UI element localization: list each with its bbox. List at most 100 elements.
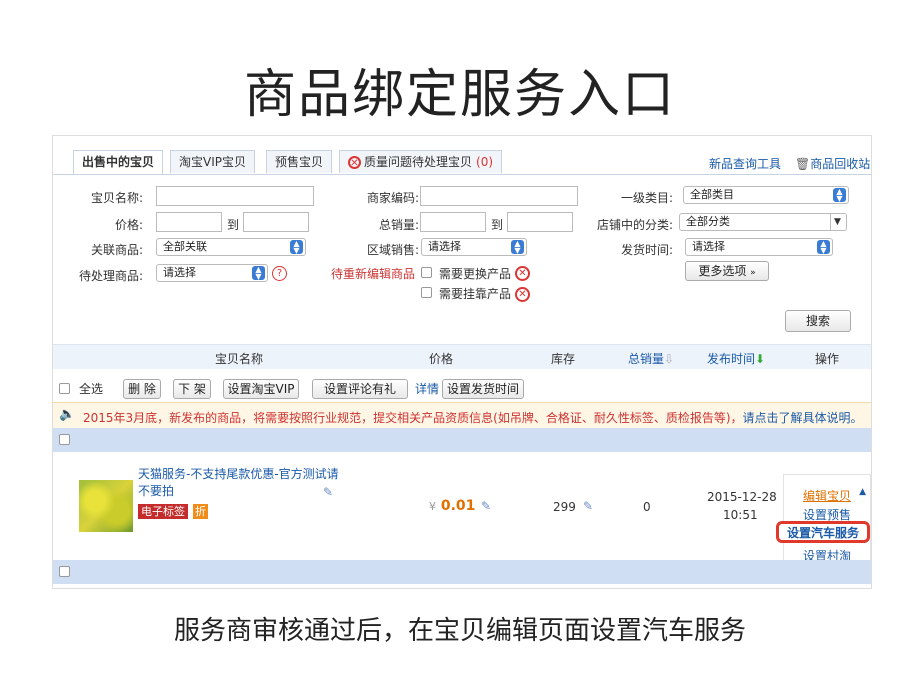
need-attach-label: 需要挂靠产品 <box>439 287 512 301</box>
offshelf-button[interactable]: 下 架 <box>173 379 211 399</box>
edit-item-link[interactable]: 编辑宝贝 <box>784 487 870 504</box>
delete-button[interactable]: 删 除 <box>123 379 161 399</box>
price-label: 价格: <box>114 218 143 232</box>
new-product-query-link[interactable]: 新品查询工具 <box>709 155 781 172</box>
price-min-input[interactable] <box>156 212 222 232</box>
need-replace-checkbox[interactable] <box>421 267 432 278</box>
product-price: ¥ 0.01 <box>429 498 475 514</box>
need-attach-checkbox[interactable] <box>421 287 432 298</box>
col-publish-time[interactable]: 发布时间⬇ <box>707 350 765 367</box>
select-all-label: 全选 <box>79 382 104 396</box>
more-options-button[interactable]: 更多选项 » <box>685 261 769 281</box>
row-group-bar <box>53 428 871 452</box>
notice-link[interactable]: 请点击了解具体说明。 <box>743 411 863 425</box>
ship-time-label: 发货时间: <box>620 243 673 257</box>
col-ops: 操作 <box>815 352 840 366</box>
pencil-icon[interactable]: ✎ <box>481 500 493 512</box>
price-max-input[interactable] <box>243 212 309 232</box>
col-item-name: 宝贝名称 <box>215 352 264 366</box>
caret-up-icon: ▲ <box>859 487 866 497</box>
policy-notice: 🔈 2015年3月底，新发布的商品，将需要按照行业规范，提交相关产品资质信息(如… <box>53 402 871 430</box>
recycle-bin-label: 商品回收站 <box>810 157 871 171</box>
price-value: 0.01 <box>440 498 476 514</box>
sales-min-input[interactable] <box>420 212 486 232</box>
region-value: 请选择 <box>428 240 461 253</box>
close-x-icon: ✕ <box>515 287 530 302</box>
tab-vip[interactable]: 淘宝VIP宝贝 <box>170 150 255 173</box>
product-thumbnail[interactable] <box>79 480 133 532</box>
chevron-updown-icon: ▲ ▼ <box>817 240 830 255</box>
category-value: 全部类目 <box>690 188 734 201</box>
pending-label: 待处理商品: <box>78 269 143 283</box>
product-title-link[interactable]: 天猫服务-不支持尾款优惠-官方测试请不要拍 <box>138 466 348 500</box>
set-ship-time-button[interactable]: 设置发货时间 <box>442 379 524 399</box>
sort-arrow-icon: ⇩ <box>664 352 675 366</box>
price-to: 到 <box>227 218 240 232</box>
set-review-gift-button[interactable]: 设置评论有礼 <box>312 379 408 399</box>
pending-select[interactable]: 请选择 ▲ ▼ <box>156 264 268 282</box>
speaker-icon: 🔈 <box>59 407 76 422</box>
category-label: 一级类目: <box>620 191 673 205</box>
related-label: 关联商品: <box>90 243 143 257</box>
notice-text: 2015年3月底，新发布的商品，将需要按照行业规范，提交相关产品资质信息(如吊牌… <box>83 409 863 426</box>
currency-symbol: ¥ <box>429 500 436 513</box>
publish-time: 10:51 <box>723 508 758 522</box>
category-select[interactable]: 全部类目 ▲ ▼ <box>683 186 849 204</box>
store-category-label: 店铺中的分类: <box>596 218 673 232</box>
region-select[interactable]: 请选择 ▲ ▼ <box>421 238 527 256</box>
table-row: 天猫服务-不支持尾款优惠-官方测试请不要拍 ✎ 电子标签 折 ¥ 0.01 ✎ … <box>53 454 871 576</box>
store-category-value: 全部分类 <box>686 215 730 228</box>
discount-badge: 折 <box>193 504 208 519</box>
item-name-label: 宝贝名称: <box>90 191 143 205</box>
chevron-updown-icon: ▲ ▼ <box>290 240 303 255</box>
chevron-updown-icon: ▲ ▼ <box>252 266 265 281</box>
bulk-actions-bar: 全选 删 除 下 架 设置淘宝VIP 设置评论有礼 详情 设置发货时间 <box>53 374 871 404</box>
recycle-bin-link[interactable]: 🗑商品回收站 <box>795 155 870 172</box>
pencil-icon[interactable]: ✎ <box>323 486 335 498</box>
col-total-sales[interactable]: 总销量⇩ <box>628 350 674 367</box>
stock-value: 299 <box>553 500 576 514</box>
chevron-updown-icon: ▲ ▼ <box>511 240 524 255</box>
tab-quality-count: (0) <box>476 155 494 169</box>
select-all-checkbox[interactable] <box>59 383 70 394</box>
details-link[interactable]: 详情 <box>415 380 439 397</box>
related-value: 全部关联 <box>163 240 207 253</box>
ship-time-value: 请选择 <box>692 240 725 253</box>
table-header: 宝贝名称 价格 库存 总销量⇩ 发布时间⬇ 操作 <box>53 344 871 369</box>
set-car-service-link[interactable]: 设置汽车服务 <box>776 521 870 543</box>
slide-title: 商品绑定服务入口 <box>243 65 676 125</box>
sales-value: 0 <box>643 500 651 514</box>
chevron-updown-icon: ▲ ▼ <box>833 188 846 203</box>
tab-quality-issues[interactable]: ✕ 质量问题待处理宝贝 (0) <box>339 150 503 173</box>
seller-center-screenshot: 出售中的宝贝 淘宝VIP宝贝 预售宝贝 ✕ 质量问题待处理宝贝 (0) 新品查询工具… <box>52 135 872 589</box>
search-button[interactable]: 搜索 <box>785 310 851 332</box>
need-replace-label: 需要更换产品 <box>439 267 512 281</box>
related-select[interactable]: 全部关联 ▲ ▼ <box>156 238 306 256</box>
e-label-badge: 电子标签 <box>138 504 188 519</box>
tab-presale[interactable]: 预售宝贝 <box>266 150 333 173</box>
store-category-select[interactable]: 全部分类 ▼ <box>679 213 847 231</box>
help-icon[interactable]: ? <box>272 266 287 281</box>
total-sales-label: 总销量: <box>378 218 419 232</box>
reedit-label: 待重新编辑商品 <box>330 267 415 281</box>
pending-value: 请选择 <box>163 266 196 279</box>
sales-max-input[interactable] <box>507 212 573 232</box>
col-price: 价格 <box>429 352 454 366</box>
row-checkbox[interactable] <box>59 434 70 445</box>
col-total-sales-label: 总销量 <box>628 352 665 366</box>
dropdown-arrow-icon: ▼ <box>830 214 844 230</box>
merchant-code-input[interactable] <box>420 186 578 206</box>
double-chevron-down-icon: » <box>750 268 756 278</box>
close-x-icon: ✕ <box>515 266 530 281</box>
item-name-input[interactable] <box>156 186 314 206</box>
merchant-code-label: 商家编码: <box>366 191 419 205</box>
publish-date: 2015-12-28 <box>707 490 777 504</box>
tab-on-sale[interactable]: 出售中的宝贝 <box>73 150 164 174</box>
set-vip-button[interactable]: 设置淘宝VIP <box>223 379 299 399</box>
row-checkbox[interactable] <box>59 566 70 577</box>
sort-arrow-icon: ⬇ <box>755 352 766 366</box>
pencil-icon[interactable]: ✎ <box>583 500 595 512</box>
col-stock: 库存 <box>551 352 576 366</box>
ship-time-select[interactable]: 请选择 ▲ ▼ <box>685 238 833 256</box>
row-group-bar <box>53 560 871 584</box>
